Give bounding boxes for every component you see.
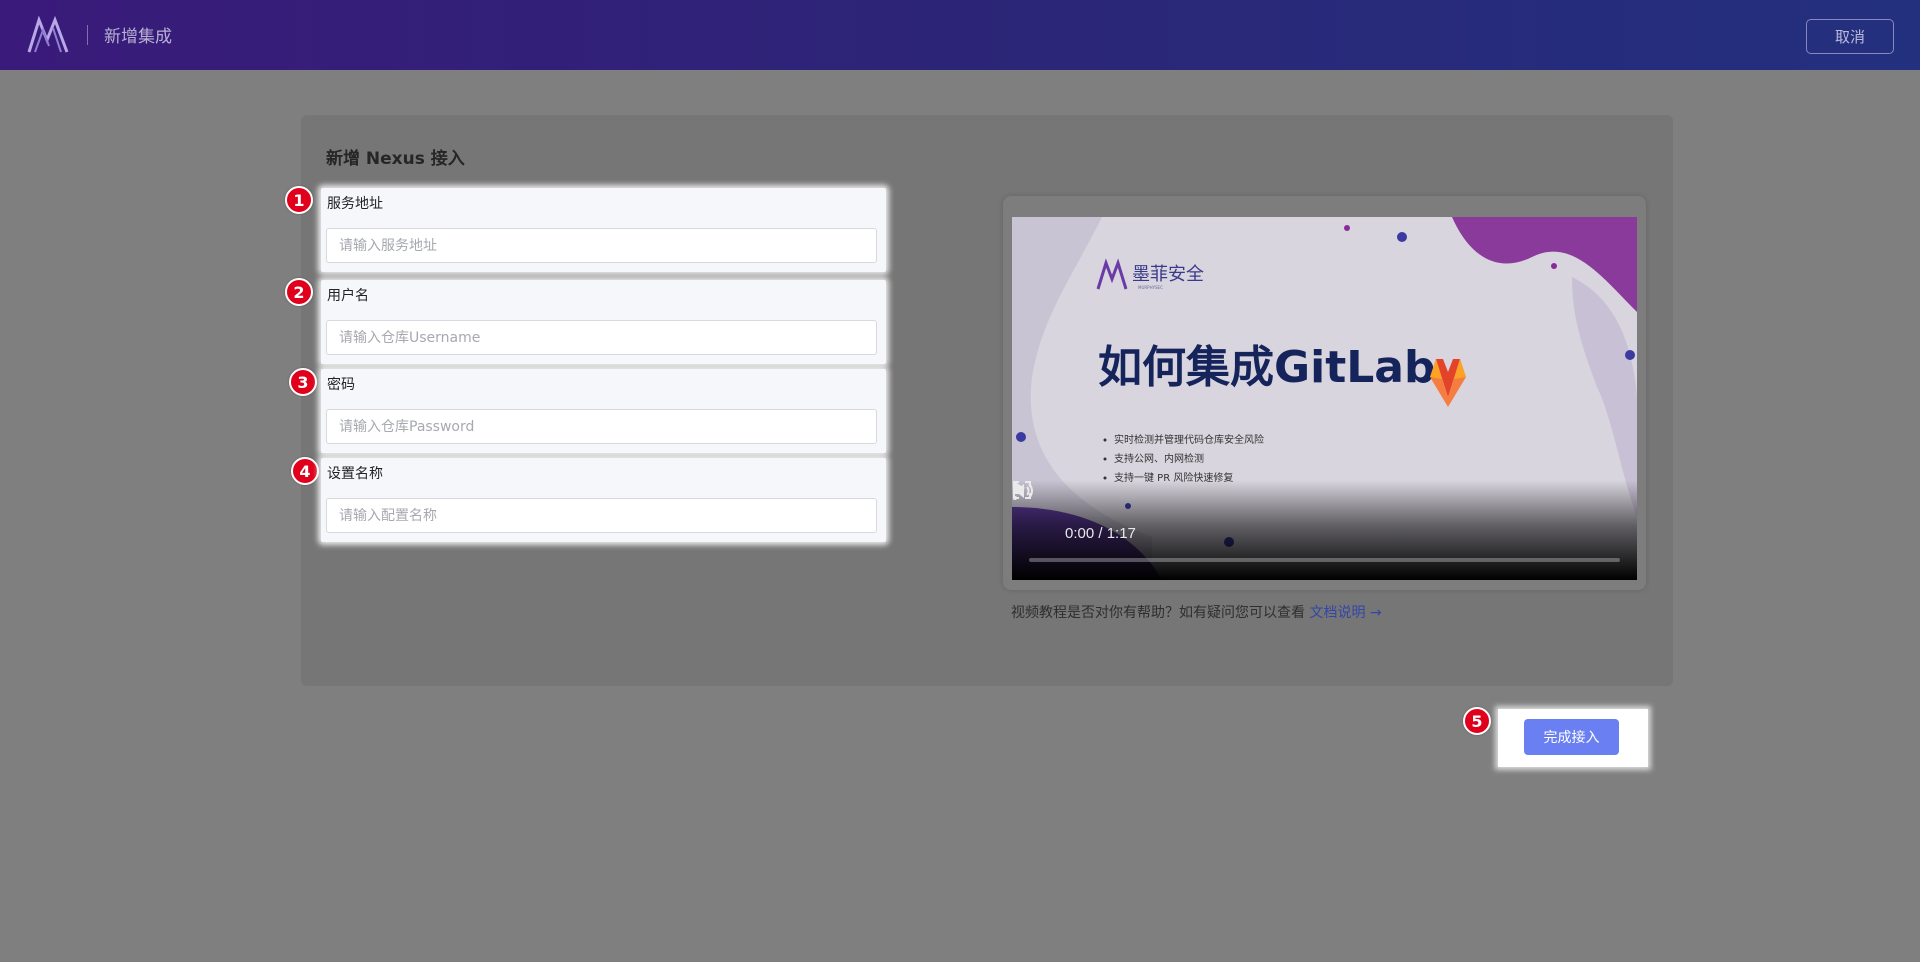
password-field: 密码 (321, 369, 886, 453)
docs-link[interactable]: 文档说明 → (1309, 605, 1381, 621)
video-time: 0:00 / 1:17 (1065, 525, 1136, 542)
complete-integration-button[interactable]: 完成接入 (1524, 719, 1619, 755)
config-name-label: 设置名称 (327, 466, 383, 482)
video-bullet-2: 支持公网、内网检测 (1114, 452, 1204, 465)
card-title: 新增 Nexus 接入 (326, 149, 465, 169)
username-label: 用户名 (327, 288, 369, 304)
more-options-icon[interactable] (1012, 480, 1018, 502)
submit-highlight: 完成接入 (1498, 709, 1648, 767)
page-title: 新增集成 (104, 27, 172, 47)
tutorial-video[interactable]: 墨菲安全 MURPHYSEC 如何集成GitLab 实时检测并管理代码仓库安全风… (1012, 217, 1637, 580)
config-name-input[interactable] (326, 498, 877, 533)
brand-subtitle: MURPHYSEC (1138, 285, 1163, 290)
app-logo-icon[interactable] (27, 16, 69, 54)
service-address-input[interactable] (326, 228, 877, 263)
password-label: 密码 (327, 377, 355, 393)
username-field: 用户名 (321, 280, 886, 364)
video-progress-bar[interactable] (1029, 558, 1620, 562)
password-input[interactable] (326, 409, 877, 444)
brand-name: 墨菲安全 (1132, 264, 1204, 285)
help-message: 视频教程是否对你有帮助？如有疑问您可以查看 (1011, 605, 1305, 621)
step-badge-4: 4 (291, 457, 319, 485)
step-badge-2: 2 (285, 278, 313, 306)
top-header: 新增集成 取消 (0, 0, 1920, 70)
config-name-field: 设置名称 (321, 458, 886, 542)
step-badge-3: 3 (289, 368, 317, 396)
step-badge-1: 1 (285, 186, 313, 214)
service-address-label: 服务地址 (327, 196, 383, 212)
video-controls: 0:00 / 1:17 (1012, 480, 1637, 580)
step-badge-5: 5 (1463, 707, 1491, 735)
header-divider (87, 25, 88, 45)
video-headline: 如何集成GitLab (1098, 342, 1435, 393)
username-input[interactable] (326, 320, 877, 355)
service-address-field: 服务地址 (321, 188, 886, 272)
help-text: 视频教程是否对你有帮助？如有疑问您可以查看 文档说明 → (1011, 602, 1382, 622)
video-bullet-1: 实时检测并管理代码仓库安全风险 (1114, 433, 1264, 446)
cancel-button[interactable]: 取消 (1806, 19, 1894, 54)
